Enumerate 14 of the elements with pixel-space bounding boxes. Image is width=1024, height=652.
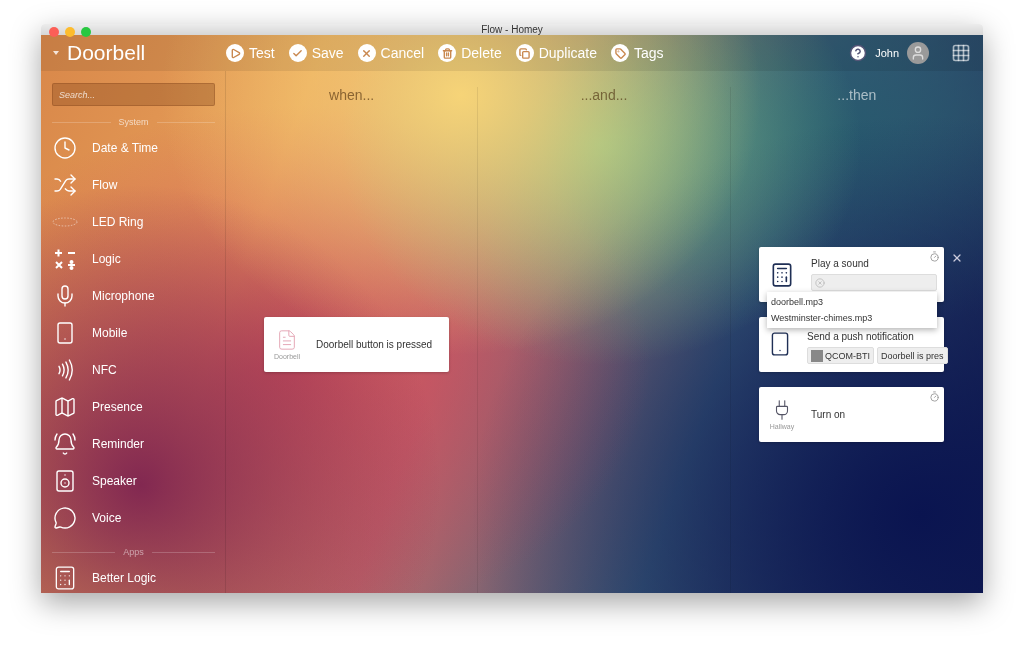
section-label: System <box>118 117 149 127</box>
user-name: John <box>875 47 899 59</box>
card-title: Send a push notification <box>807 331 915 342</box>
card-title: Turn on <box>811 409 846 420</box>
column-heading: ...and... <box>580 87 628 105</box>
card-title: Play a sound <box>811 258 870 269</box>
section-label: Apps <box>123 547 144 557</box>
column-heading: ...then <box>837 87 877 105</box>
card-title: Doorbell button is pressed <box>316 339 433 350</box>
column-heading: when... <box>329 87 375 105</box>
tag-text: QCOM-BTI <box>825 350 870 361</box>
tag-text: Doorbell is pres <box>881 350 944 361</box>
window-title: Flow - Homey <box>481 24 543 35</box>
flow-title: Doorbell <box>67 41 146 65</box>
